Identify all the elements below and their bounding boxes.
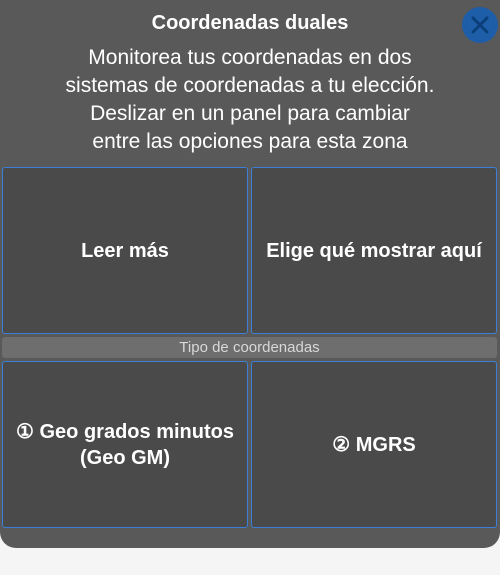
mgrs-option[interactable]: ② MGRS [251,361,497,528]
description-line: Monitorea tus coordenadas en dos [88,46,412,69]
geo-option-line1: ① Geo grados minutos [16,420,234,443]
close-icon [470,15,490,35]
description-line: entre las opciones para esta zona [92,130,408,153]
description-line: Deslizar en un panel para cambiar [90,102,410,125]
choose-display-label: Elige qué mostrar aquí [266,239,482,262]
coordinate-type-label: Tipo de coordenadas [2,337,497,358]
mgrs-option-label: ② MGRS [332,433,416,456]
read-more-label: Leer más [81,239,169,262]
close-button[interactable] [462,7,498,43]
read-more-panel[interactable]: Leer más [2,167,248,334]
sheet-title: Coordenadas duales [151,12,349,34]
geo-option-label: ① Geo grados minutos (Geo GM) [12,419,238,471]
sheet-description: Monitorea tus coordenadas en dos sistema… [0,44,500,156]
dual-coordinates-sheet: Coordenadas duales Monitorea tus coorden… [0,0,500,548]
geo-degrees-minutes-option[interactable]: ① Geo grados minutos (Geo GM) [2,361,248,528]
geo-option-line2: (Geo GM) [79,446,170,469]
description-line: sistemas de coordenadas a tu elección. [65,74,435,97]
choose-display-panel[interactable]: Elige qué mostrar aquí [251,167,497,334]
